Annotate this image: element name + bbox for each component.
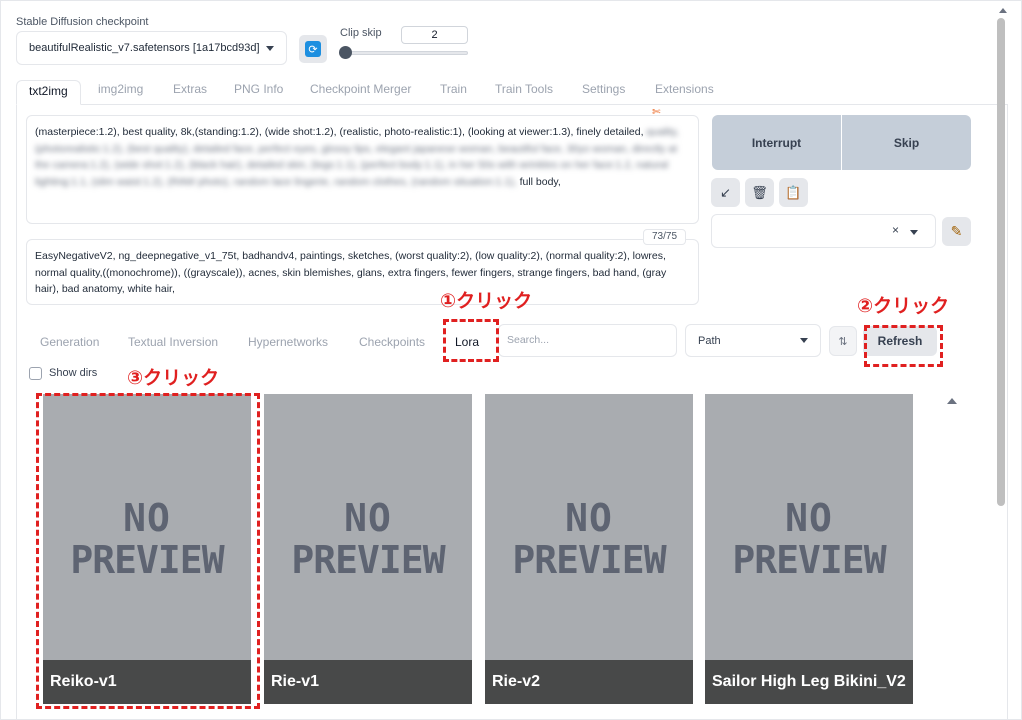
clear-selection-icon[interactable]: ×	[892, 223, 899, 237]
refresh-checkpoint-button[interactable]: ⟳	[299, 35, 327, 63]
checkpoint-label: Stable Diffusion checkpoint	[16, 16, 149, 28]
annotation-box-lora	[443, 319, 499, 362]
lora-card-rie-v1[interactable]: NO PREVIEW Rie-v1	[264, 394, 472, 704]
tab-extensions[interactable]: Extensions	[655, 82, 714, 104]
page-scroll-up-icon[interactable]	[999, 8, 1007, 13]
no-preview-placeholder: NO PREVIEW	[512, 496, 666, 582]
chevron-down-icon	[910, 230, 918, 235]
annotation-step1: ①クリック	[440, 290, 533, 312]
negative-prompt-text: EasyNegativeV2, ng_deepnegative_v1_75t, …	[35, 250, 667, 295]
pencil-icon: ✎	[950, 223, 963, 239]
skip-button[interactable]: Skip	[842, 115, 971, 170]
lora-card-rie-v2[interactable]: NO PREVIEW Rie-v2	[485, 394, 693, 704]
clip-skip-slider-track[interactable]	[345, 51, 468, 55]
tab-png-info[interactable]: PNG Info	[234, 82, 283, 104]
prompt-textarea[interactable]: (masterpiece:1.2), best quality, 8k,(sta…	[26, 115, 699, 224]
page-scrollbar[interactable]	[997, 18, 1005, 506]
refresh-icon: ⟳	[305, 41, 321, 57]
sort-select[interactable]: Path	[685, 324, 821, 357]
clipboard-icon: 📋	[785, 184, 802, 200]
card-title: Rie-v2	[485, 660, 693, 704]
annotation-step2: ②クリック	[857, 295, 950, 317]
clip-skip-slider-thumb[interactable]	[339, 46, 352, 59]
card-title: Rie-v1	[264, 660, 472, 704]
tab-extras[interactable]: Extras	[173, 82, 207, 104]
chevron-down-icon	[266, 45, 274, 51]
tab-txt2img[interactable]: txt2img	[16, 80, 81, 105]
tab-settings[interactable]: Settings	[582, 82, 625, 104]
lora-search-input[interactable]: Search...	[498, 324, 677, 357]
prompt-text-end: full body,	[519, 175, 561, 188]
chevron-down-icon	[800, 338, 808, 343]
sort-value: Path	[698, 334, 721, 347]
clear-prompt-button[interactable]: 🗑	[745, 178, 774, 207]
tab-train[interactable]: Train	[440, 82, 467, 104]
tab-checkpoints[interactable]: Checkpoints	[359, 335, 425, 349]
annotation-box-card	[36, 393, 260, 709]
card-title: Sailor High Leg Bikini_V2	[705, 660, 913, 704]
annotation-box-refresh	[864, 325, 943, 367]
tab-img2img[interactable]: img2img	[98, 82, 143, 104]
interrupt-button[interactable]: Interrupt	[712, 115, 841, 170]
lora-card-sailor-high-leg-bikini-v2[interactable]: NO PREVIEW Sailor High Leg Bikini_V2	[705, 394, 913, 704]
styles-select[interactable]: ×	[711, 214, 936, 248]
tab-hypernetworks[interactable]: Hypernetworks	[248, 335, 328, 349]
show-dirs-label: Show dirs	[49, 367, 98, 379]
scroll-up-icon[interactable]	[947, 398, 957, 404]
sort-arrows-icon: ⇅	[838, 335, 848, 348]
checkpoint-select[interactable]: beautifulRealistic_v7.safetensors [1a17b…	[16, 31, 287, 65]
show-dirs-checkbox[interactable]	[29, 367, 42, 380]
checkpoint-value: beautifulRealistic_v7.safetensors [1a17b…	[29, 42, 260, 54]
paste-icon[interactable]: ✄	[652, 107, 660, 118]
tab-generation[interactable]: Generation	[40, 335, 99, 349]
negative-prompt-textarea[interactable]: EasyNegativeV2, ng_deepnegative_v1_75t, …	[26, 239, 699, 305]
tab-train-tools[interactable]: Train Tools	[495, 82, 553, 104]
apply-style-button[interactable]: 📋	[779, 178, 808, 207]
arrow-icon: ↙	[720, 184, 731, 200]
no-preview-placeholder: NO PREVIEW	[291, 496, 445, 582]
trash-icon: 🗑	[751, 184, 768, 200]
prompt-text-start: (masterpiece:1.2), best quality, 8k,(sta…	[35, 126, 644, 138]
annotation-step3: ③クリック	[127, 367, 220, 389]
no-preview-placeholder: NO PREVIEW	[732, 496, 886, 582]
tab-checkpoint-merger[interactable]: Checkpoint Merger	[310, 82, 411, 104]
clip-skip-label: Clip skip	[340, 27, 382, 39]
token-counter: 73/75	[643, 229, 686, 245]
edit-styles-button[interactable]: ✎	[942, 217, 971, 246]
sort-order-button[interactable]: ⇅	[829, 326, 857, 356]
read-params-button[interactable]: ↙	[711, 178, 740, 207]
tab-textual-inversion[interactable]: Textual Inversion	[128, 335, 218, 349]
clip-skip-input[interactable]: 2	[401, 26, 468, 44]
